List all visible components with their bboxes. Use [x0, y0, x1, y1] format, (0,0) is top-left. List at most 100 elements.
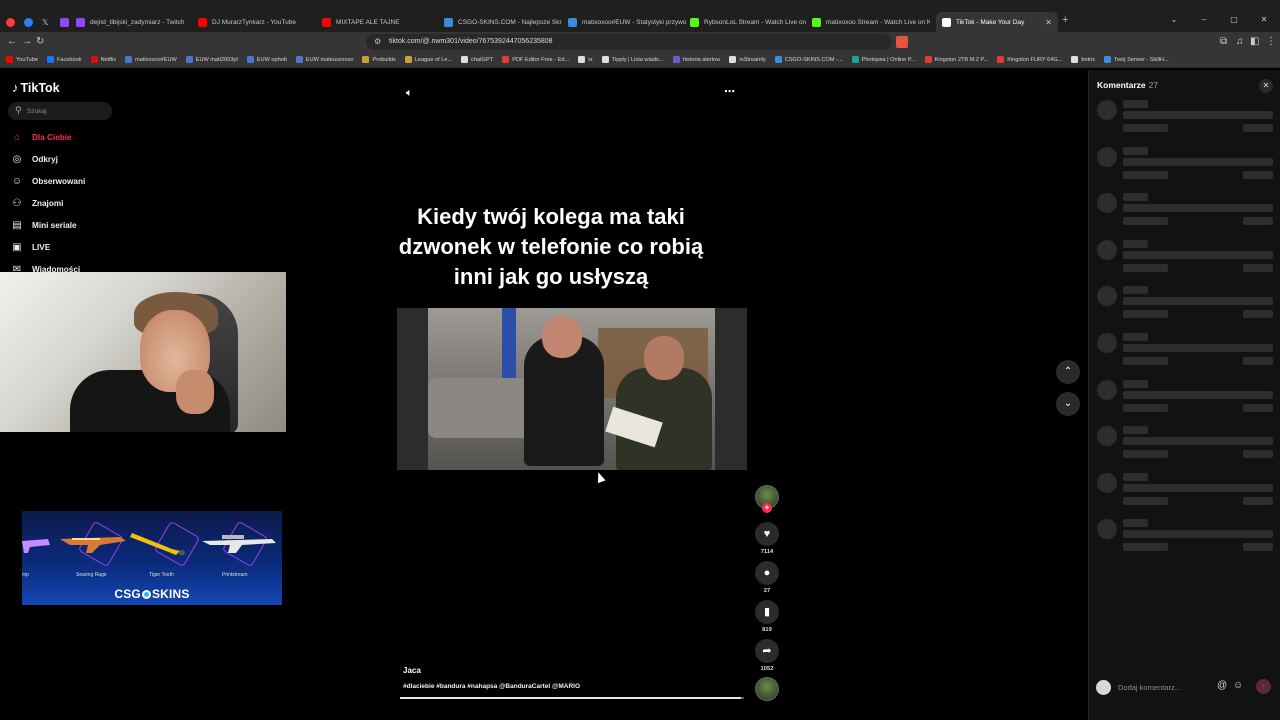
messenger-icon[interactable]	[24, 12, 34, 32]
browser-tab[interactable]: MIXTAPE ALE TAJNE	[322, 12, 440, 32]
more-options-icon[interactable]: ⋯	[724, 85, 735, 98]
comment-bubble-icon[interactable]: ●	[755, 561, 779, 585]
nav-item[interactable]: ▣ LIVE	[11, 239, 50, 255]
close-comments-icon[interactable]: ✕	[1259, 79, 1273, 93]
skeleton-line	[1123, 519, 1148, 528]
bookmark-item[interactable]: League of Le...	[404, 56, 452, 63]
media-control-icon[interactable]: ♫	[1236, 36, 1244, 47]
csgo-skins-ad: mp Searing Rage Tiger Tooth Printstream CSG…	[22, 511, 282, 605]
back-arrow-icon[interactable]: ←	[7, 36, 17, 47]
tab-title: matixoxoo#EUW - Statystyki przywo	[582, 18, 686, 26]
nav-item[interactable]: ◎ Odkryj	[11, 151, 58, 167]
skeleton-line	[1123, 310, 1168, 319]
video-clip[interactable]	[397, 308, 747, 470]
tiktok-logo[interactable]: ♪ TikTok	[12, 80, 60, 95]
follow-plus-icon[interactable]: +	[762, 503, 772, 513]
extensions-puzzle-icon[interactable]: ⧉	[1220, 36, 1227, 47]
search-box[interactable]: ⚲	[8, 102, 112, 120]
bookmark-item[interactable]: sr	[578, 56, 593, 63]
bookmark-favicon-icon	[502, 56, 510, 63]
bookmark-item[interactable]: botrix	[1071, 56, 1095, 63]
bookmark-label: Twój Serwer - SkillH...	[1114, 56, 1169, 63]
browser-tab[interactable]: TikTok - Make Your Day ✕	[936, 12, 1058, 32]
video-hashtags[interactable]: #dlaciebie #bandura #nahapsa @BanduraCar…	[403, 683, 580, 690]
bookmark-item[interactable]: Tipply | Lista wiado...	[601, 56, 664, 63]
bookmark-favicon-icon	[404, 56, 412, 63]
nav-item[interactable]: ⌂ Dla Ciebie	[11, 129, 72, 145]
browser-tab[interactable]: dejnd_tibijski_zadymiarz - Twitch	[76, 12, 194, 32]
bookmark-item[interactable]: chatGPT	[461, 56, 493, 63]
skeleton-line	[1243, 263, 1273, 272]
x-icon[interactable]: 𝕏	[42, 12, 52, 32]
comment-skeleton	[1089, 100, 1280, 140]
bookmark-item[interactable]: Kingston FURY 64G...	[997, 56, 1062, 63]
tab-search-chevron-icon[interactable]: ⌄	[1168, 15, 1180, 24]
share-arrow-icon[interactable]: ➦	[755, 639, 779, 663]
bookmark-item[interactable]: Netflix	[90, 56, 116, 63]
music-disc-avatar[interactable]	[755, 677, 779, 701]
close-tab-icon[interactable]: ✕	[1045, 18, 1052, 27]
video-author[interactable]: Jaca	[403, 666, 421, 675]
browser-tab[interactable]: CSGO-SKINS.COM - Najlepsze Skrzy	[444, 12, 562, 32]
video-progress-fill	[400, 697, 741, 699]
search-input[interactable]	[27, 105, 107, 117]
bookmark-item[interactable]: YouTube	[6, 56, 38, 63]
bookmark-item[interactable]: CSGO-SKINS.COM -...	[774, 56, 843, 63]
browser-tab[interactable]: matixoxoo#EUW - Statystyki przywo	[568, 12, 686, 32]
next-video-chevron-down-icon[interactable]: ⌄	[1056, 392, 1080, 416]
bookmark-item[interactable]: Twój Serwer - SkillH...	[1104, 56, 1169, 63]
bookmark-item[interactable]: matixoxoo#EUW	[125, 56, 177, 63]
video-caption: Kiedy twój kolega ma taki dzwonek w tele…	[398, 204, 704, 289]
browser-tab[interactable]: DJ MurarzTynkarz - YouTube	[198, 12, 316, 32]
bookmark-item[interactable]: historia alertow	[672, 56, 720, 63]
skeleton-line	[1243, 310, 1273, 319]
bookmark-item[interactable]: PDF Editor Free - Ed...	[502, 56, 569, 63]
extension-icon[interactable]	[896, 36, 908, 48]
skeleton-line	[1123, 217, 1168, 226]
side-panel-icon[interactable]: ◧	[1250, 36, 1259, 47]
video-progress-bar[interactable]	[400, 697, 744, 699]
bookmark-icon[interactable]: ▮	[755, 600, 779, 624]
address-bar[interactable]: ⚙ tiktok.com/@.nwm301/video/767539244705…	[366, 34, 892, 50]
site-info-icon[interactable]: ⚙	[374, 37, 381, 46]
nav-item[interactable]: ⚇ Znajomi	[11, 195, 64, 211]
bookmark-item[interactable]: Probuilds	[362, 56, 396, 63]
browser-tab[interactable]: matixoxoo Stream - Watch Live on K	[812, 12, 930, 32]
nav-item[interactable]: ▤ Mini seriale	[11, 217, 76, 233]
browser-menu-icon[interactable]	[6, 12, 16, 32]
address-url[interactable]: tiktok.com/@.nwm301/video/76753924470562…	[389, 38, 553, 45]
skeleton-line	[1243, 543, 1273, 552]
comment-count: 27	[763, 588, 771, 594]
skeleton-line	[1123, 543, 1168, 552]
tab-title: MIXTAPE ALE TAJNE	[336, 18, 400, 26]
skeleton-avatar	[1097, 333, 1117, 353]
maximize-icon[interactable]: ▢	[1228, 15, 1240, 24]
close-window-icon[interactable]: ✕	[1258, 15, 1270, 24]
comment-input[interactable]	[1118, 679, 1214, 695]
browser-menu-dots-icon[interactable]: ⋮	[1266, 36, 1276, 47]
bookmark-item[interactable]: EUW mati2003pl	[185, 56, 238, 63]
mention-at-icon[interactable]: @	[1217, 680, 1227, 691]
forward-arrow-icon[interactable]: →	[22, 36, 32, 47]
skeleton-avatar	[1097, 146, 1117, 167]
like-heart-icon[interactable]: ♥	[755, 522, 779, 546]
previous-video-chevron-up-icon[interactable]: ⌃	[1056, 360, 1080, 384]
skeleton-line	[1123, 250, 1273, 259]
bookmark-item[interactable]: EUW ophob	[246, 56, 287, 63]
reload-icon[interactable]: ↻	[36, 36, 44, 47]
new-tab-plus-icon[interactable]: +	[1062, 14, 1068, 26]
volume-icon[interactable]: 🔈︎	[406, 87, 413, 100]
tab-favicon-icon	[812, 17, 821, 27]
twitch-pinned-icon[interactable]	[60, 12, 70, 32]
skeleton-line	[1123, 111, 1273, 119]
browser-tab[interactable]: RybsonLoL Stream - Watch Live on K	[690, 12, 808, 32]
bookmark-item[interactable]: Photopea | Online P...	[851, 56, 916, 63]
bookmark-item[interactable]: Kingston 2TB M.2 P...	[924, 56, 988, 63]
bookmark-item[interactable]: Facebook	[46, 56, 82, 63]
send-comment-icon[interactable]: ↑	[1256, 679, 1271, 694]
bookmark-item[interactable]: EUW mateuszxoxo	[295, 56, 353, 63]
nav-item[interactable]: ☺ Obserwowani	[11, 173, 85, 189]
minimize-icon[interactable]: –	[1198, 15, 1210, 24]
emoji-icon[interactable]: ☺	[1233, 680, 1243, 691]
bookmark-item[interactable]: inStreamly	[729, 56, 766, 63]
